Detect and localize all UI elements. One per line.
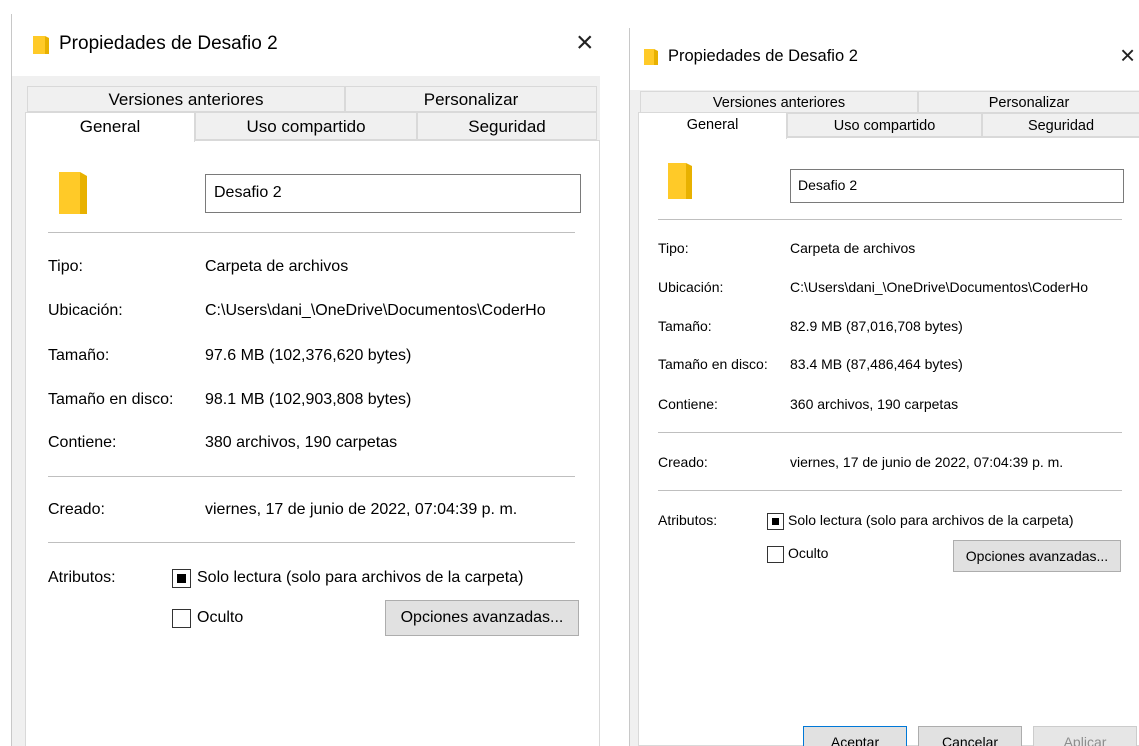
readonly-checkbox[interactable] xyxy=(767,513,784,530)
contains-value: 360 archivos, 190 carpetas xyxy=(790,396,959,412)
location-label: Ubicación: xyxy=(48,302,123,319)
size-value: 82.9 MB (87,016,708 bytes) xyxy=(790,318,963,334)
advanced-options-button[interactable]: Opciones avanzadas... xyxy=(385,600,579,636)
tab-security[interactable]: Seguridad xyxy=(417,112,597,140)
tab-sharing[interactable]: Uso compartido xyxy=(787,113,982,137)
created-label: Creado: xyxy=(658,454,708,470)
ok-button[interactable]: Aceptar xyxy=(803,726,907,746)
type-label: Tipo: xyxy=(48,258,83,275)
tab-previous-versions[interactable]: Versiones anteriores xyxy=(27,86,345,112)
title-bar: Propiedades de Desafio 2 × xyxy=(12,14,600,76)
separator xyxy=(658,432,1122,433)
properties-dialog-left: Propiedades de Desafio 2 × Versiones ant… xyxy=(11,14,600,746)
created-label: Creado: xyxy=(48,501,105,518)
attributes-label: Atributos: xyxy=(48,569,116,586)
dialog-title: Propiedades de Desafio 2 xyxy=(59,33,278,54)
tab-customize[interactable]: Personalizar xyxy=(345,86,597,112)
folder-icon xyxy=(644,49,658,65)
close-icon[interactable]: × xyxy=(576,28,594,58)
contains-value: 380 archivos, 190 carpetas xyxy=(205,434,398,451)
close-icon[interactable]: × xyxy=(1120,42,1135,68)
hidden-checkbox[interactable] xyxy=(767,546,784,563)
apply-button[interactable]: Aplicar xyxy=(1033,726,1137,746)
separator xyxy=(658,219,1122,220)
separator xyxy=(48,232,575,233)
tab-previous-versions[interactable]: Versiones anteriores xyxy=(640,91,918,113)
location-label: Ubicación: xyxy=(658,279,724,295)
contains-label: Contiene: xyxy=(658,396,718,412)
type-value: Carpeta de archivos xyxy=(205,258,349,275)
separator xyxy=(48,542,575,543)
hidden-label: Oculto xyxy=(788,545,829,561)
type-value: Carpeta de archivos xyxy=(790,240,916,256)
folder-icon xyxy=(668,163,692,199)
location-value: C:\Users\dani_\OneDrive\Documentos\Coder… xyxy=(205,302,546,319)
advanced-options-button[interactable]: Opciones avanzadas... xyxy=(953,540,1121,572)
created-value: viernes, 17 de junio de 2022, 07:04:39 p… xyxy=(790,454,1064,470)
created-value: viernes, 17 de junio de 2022, 07:04:39 p… xyxy=(205,501,518,518)
dialog-title: Propiedades de Desafio 2 xyxy=(668,47,858,65)
tab-general[interactable]: General xyxy=(25,112,195,142)
readonly-label: Solo lectura (solo para archivos de la c… xyxy=(197,569,524,586)
separator xyxy=(658,490,1122,491)
folder-name-input[interactable]: Desafio 2 xyxy=(205,174,581,213)
size-label: Tamaño: xyxy=(48,347,110,364)
cancel-button[interactable]: Cancelar xyxy=(918,726,1022,746)
size-value: 97.6 MB (102,376,620 bytes) xyxy=(205,347,412,364)
folder-icon xyxy=(59,172,87,214)
size-on-disk-value: 98.1 MB (102,903,808 bytes) xyxy=(205,391,412,408)
contains-label: Contiene: xyxy=(48,434,117,451)
attributes-label: Atributos: xyxy=(658,512,718,528)
folder-icon xyxy=(33,36,49,54)
properties-dialog-right: Propiedades de Desafio 2 × Versiones ant… xyxy=(629,28,1139,746)
readonly-label: Solo lectura (solo para archivos de la c… xyxy=(788,512,1074,528)
tab-security[interactable]: Seguridad xyxy=(982,113,1139,137)
tab-general[interactable]: General xyxy=(638,112,787,139)
folder-name-input[interactable]: Desafio 2 xyxy=(790,169,1124,203)
tab-sharing[interactable]: Uso compartido xyxy=(195,112,417,140)
size-on-disk-label: Tamaño en disco: xyxy=(48,391,174,408)
type-label: Tipo: xyxy=(658,240,689,256)
general-panel xyxy=(638,137,1139,746)
location-value: C:\Users\dani_\OneDrive\Documentos\Coder… xyxy=(790,279,1089,295)
separator xyxy=(48,476,575,477)
hidden-label: Oculto xyxy=(197,609,244,626)
size-on-disk-label: Tamaño en disco: xyxy=(658,356,768,372)
title-bar: Propiedades de Desafio 2 × xyxy=(630,28,1139,90)
readonly-checkbox[interactable] xyxy=(172,569,191,588)
tab-customize[interactable]: Personalizar xyxy=(918,91,1139,113)
size-on-disk-value: 83.4 MB (87,486,464 bytes) xyxy=(790,356,963,372)
folder-name-value: Desafio 2 xyxy=(214,184,282,201)
size-label: Tamaño: xyxy=(658,318,712,334)
folder-name-value: Desafio 2 xyxy=(798,177,858,193)
hidden-checkbox[interactable] xyxy=(172,609,191,628)
